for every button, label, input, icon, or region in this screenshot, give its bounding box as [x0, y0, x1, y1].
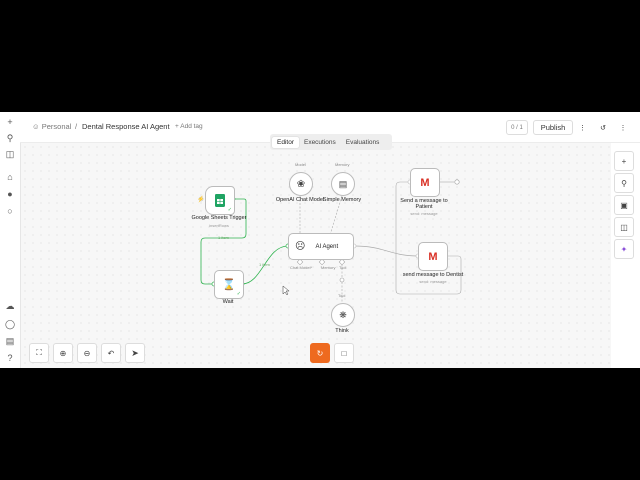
brain-icon: ❋ [339, 309, 347, 320]
node-ai-agent[interactable]: ☹ AI Agent [288, 233, 354, 260]
breadcrumb-separator: / [75, 122, 78, 131]
zoom-in-icon[interactable]: ⊕ [53, 343, 73, 363]
workspace-label: Personal [41, 122, 72, 131]
home-icon[interactable]: ⌂ [4, 171, 16, 183]
add-tag-link[interactable]: + Add tag [175, 123, 203, 130]
database-icon: ▤ [338, 178, 348, 189]
history-icon[interactable]: ↺ [596, 120, 610, 135]
more-options-icon[interactable]: ⋮ [576, 120, 589, 135]
fit-view-icon[interactable]: ⛶ [29, 343, 49, 363]
stop-square-icon: □ [341, 348, 347, 358]
node-label-sheets: Google Sheets Trigger [191, 215, 247, 221]
shield-icon[interactable]: ◯ [4, 318, 16, 330]
node-label-gmail1-line2: Patient [415, 204, 433, 210]
node-openai-chat-model[interactable]: ❀ [289, 172, 313, 196]
node-label-openai: OpenAI Chat Model [275, 197, 325, 203]
node-sub-gmail2: send: message [419, 279, 447, 284]
node-label-gmail2: send message to Dentist [402, 272, 464, 278]
search-nodes-icon[interactable]: ⚲ [614, 173, 634, 193]
node-sub-gmail1: send: message [410, 211, 438, 216]
node-label-agent: AI Agent [315, 243, 339, 250]
port-label-tool: Tool [339, 265, 347, 270]
node-simple-memory[interactable]: ▤ [331, 172, 355, 196]
node-label-wait: Wait [222, 299, 234, 305]
node-think[interactable]: ❋ [331, 303, 355, 327]
stop-button[interactable]: □ [334, 343, 354, 363]
node-label-think: Think [335, 328, 349, 334]
tab-executions[interactable]: Executions [299, 137, 341, 148]
google-sheets-icon [215, 194, 225, 207]
node-sub-sheets: insertRows [209, 223, 229, 228]
node-label-memory: Simple Memory [322, 197, 362, 203]
node-top-openai: Model [295, 162, 306, 167]
trigger-bolt-icon: ⚡ [197, 197, 205, 203]
node-top-memory: Memory [335, 162, 350, 167]
panel-icon[interactable]: ◫ [4, 148, 16, 160]
publish-button[interactable]: Publish [533, 120, 573, 135]
openai-icon: ❀ [296, 178, 306, 190]
tab-editor[interactable]: Editor [272, 136, 299, 148]
more-vertical-icon[interactable]: ⋮ [616, 120, 630, 135]
loading-spinner-icon: ↻ [316, 348, 324, 358]
port-label-memory: Memory [321, 265, 336, 270]
view-tabs: Editor Executions Evaluations [270, 134, 392, 150]
help-icon[interactable]: ? [4, 352, 16, 364]
gmail-icon: M [428, 250, 438, 263]
port-label-chat-model: Chat Model* [290, 265, 313, 270]
version-counter: 0 / 1 [506, 120, 528, 135]
hourglass-icon: ⌛ [222, 279, 236, 291]
search-icon[interactable]: ⚲ [4, 132, 16, 144]
run-workflow-button[interactable]: ↻ [310, 343, 330, 363]
robot-icon: ☹ [295, 241, 306, 252]
node-wait[interactable]: ⌛ ✓ [214, 270, 244, 299]
edge-label-wait-agent: 1 item [259, 262, 270, 267]
node-google-sheets-trigger[interactable]: ✓ [205, 186, 235, 215]
panel-toggle-icon[interactable]: ◫ [614, 217, 634, 237]
user-small-icon: ☺ [32, 122, 42, 131]
gmail-icon: M [420, 176, 430, 189]
node-top-think: Tool [338, 293, 346, 298]
plus-icon[interactable]: + [4, 116, 16, 128]
node-send-message-patient[interactable]: M [410, 168, 440, 197]
undo-icon[interactable]: ↶ [101, 343, 121, 363]
zoom-out-icon[interactable]: ⊖ [77, 343, 97, 363]
success-check-icon: ✓ [236, 291, 241, 297]
user-icon[interactable]: ● [4, 188, 16, 200]
cursor-icon[interactable]: ➤ [125, 343, 145, 363]
add-node-icon[interactable]: + [614, 151, 634, 171]
chart-icon[interactable]: ▤ [4, 335, 16, 347]
sticky-note-icon[interactable]: ▣ [614, 195, 634, 215]
ai-sparkle-icon[interactable]: ✦ [614, 239, 634, 259]
tab-evaluations[interactable]: Evaluations [341, 137, 385, 148]
workflow-name[interactable]: Dental Response AI Agent [82, 122, 170, 131]
node-send-message-dentist[interactable]: M [418, 242, 448, 271]
cloud-icon[interactable]: ☁ [4, 300, 16, 312]
workspace-breadcrumb[interactable]: ☺ Personal [32, 122, 71, 131]
success-check-icon: ✓ [227, 207, 232, 213]
chat-icon[interactable]: ○ [4, 205, 16, 217]
left-sidebar: + ⚲ ◫ ⌂ ● ○ ☁ ◯ ▤ ? [0, 112, 21, 368]
edge-label-sheets-wait: 1 item [218, 235, 229, 240]
